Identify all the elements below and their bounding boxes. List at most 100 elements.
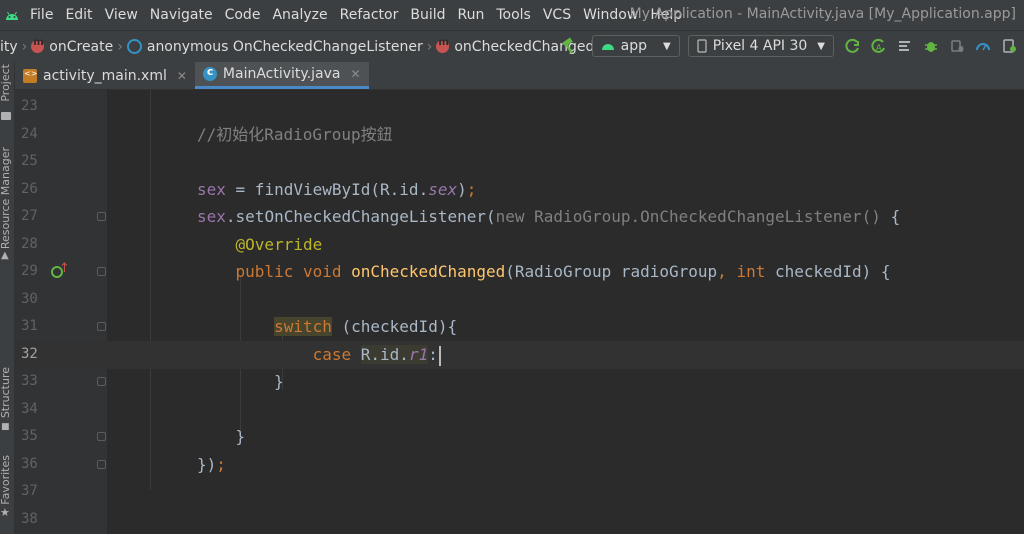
attach-debugger-icon[interactable] — [946, 35, 968, 57]
code-line: 38 — [15, 506, 1024, 534]
xml-file-icon — [23, 68, 37, 83]
code-line-current: 32 case R.id.r1: — [15, 341, 1024, 369]
favorites-tool-tab[interactable]: Favorites — [0, 455, 12, 505]
menu-refactor[interactable]: Refactor — [334, 7, 405, 23]
code-line: 33 } — [15, 368, 1024, 396]
arrow-up-icon: ↑ — [59, 261, 70, 276]
profiler-gauge-icon[interactable] — [972, 35, 994, 57]
build-hammer-icon[interactable] — [558, 35, 580, 57]
fold-marker-icon[interactable] — [97, 377, 106, 386]
anonymous-class-icon — [126, 39, 142, 54]
menu-run[interactable]: Run — [452, 7, 491, 23]
line-number: 32 — [21, 346, 38, 362]
menu-file[interactable]: File — [24, 7, 59, 23]
fold-marker-icon[interactable] — [97, 322, 106, 331]
menu-edit[interactable]: Edit — [59, 7, 98, 23]
line-number: 31 — [21, 318, 38, 334]
line-number: 34 — [21, 401, 38, 417]
apply-changes-restart-icon[interactable] — [842, 35, 864, 57]
code-text: sex.setOnCheckedChangeListener(new Radio… — [197, 207, 901, 226]
method-icon — [31, 37, 45, 53]
device-manager-icon[interactable] — [998, 35, 1020, 57]
code-line: 25 — [15, 148, 1024, 176]
breadcrumb-separator-icon: › — [426, 38, 433, 55]
menu-vcs[interactable]: VCS — [537, 7, 577, 23]
menu-analyze[interactable]: Analyze — [266, 7, 333, 23]
fold-marker-icon[interactable] — [97, 460, 106, 469]
run-config-label: app — [620, 38, 647, 54]
chevron-down-icon: ▼ — [662, 40, 671, 52]
android-studio-logo-icon — [0, 0, 24, 30]
breadcrumb-item-activity[interactable]: ity — [0, 39, 18, 55]
breadcrumb-item-oncreate[interactable]: onCreate — [49, 39, 113, 55]
code-line: 35 } — [15, 423, 1024, 451]
breadcrumb-item-listener[interactable]: anonymous OnCheckedChangeListener — [147, 39, 423, 55]
menu-code[interactable]: Code — [219, 7, 267, 23]
line-number: 27 — [21, 208, 38, 224]
code-line: 34 — [15, 396, 1024, 424]
favorites-star-icon: ★ — [0, 506, 10, 519]
code-line: 26 sex = findViewById(R.id.sex); — [15, 176, 1024, 204]
apply-code-changes-icon[interactable]: A — [868, 35, 890, 57]
code-line: 37 — [15, 478, 1024, 506]
chevron-down-icon: ▼ — [817, 40, 825, 52]
tab-activity-main-xml[interactable]: activity_main.xml ✕ — [15, 62, 195, 89]
code-line: 30 — [15, 286, 1024, 314]
project-tool-tab[interactable]: Project — [0, 64, 12, 102]
run-config-dropdown[interactable]: app ▼ — [591, 35, 680, 57]
fold-marker-icon[interactable] — [97, 267, 106, 276]
svg-text:A: A — [876, 43, 882, 52]
menu-bar: File Edit View Navigate Code Analyze Ref… — [0, 0, 1024, 30]
close-icon[interactable]: ✕ — [351, 67, 361, 81]
tab-mainactivity-java[interactable]: MainActivity.java ✕ — [194, 62, 369, 89]
code-line: 23 — [15, 93, 1024, 121]
code-text: }); — [197, 455, 226, 474]
code-line: 31 switch (checkedId){ — [15, 313, 1024, 341]
code-line: 27 sex.setOnCheckedChangeListener(new Ra… — [15, 203, 1024, 231]
menu-navigate[interactable]: Navigate — [144, 7, 219, 23]
line-number: 35 — [21, 428, 38, 444]
breadcrumb-separator-icon: › — [117, 38, 123, 55]
line-number: 33 — [21, 373, 38, 389]
resource-manager-icon: ▲ — [1, 250, 9, 261]
menu-build[interactable]: Build — [404, 7, 451, 23]
close-icon[interactable]: ✕ — [177, 69, 187, 83]
line-number: 24 — [21, 126, 38, 142]
code-text: public void onCheckedChanged(RadioGroup … — [235, 262, 891, 281]
code-text: switch (checkedId){ — [274, 317, 458, 336]
line-number: 25 — [21, 153, 38, 169]
code-line: 29 ↑ public void onCheckedChanged(RadioG… — [15, 258, 1024, 286]
code-line: 28 @Override — [15, 231, 1024, 259]
resource-manager-tool-tab[interactable]: Resource Manager — [0, 147, 12, 249]
line-number: 29 — [21, 263, 38, 279]
android-icon — [601, 44, 614, 50]
editor-tab-bar: activity_main.xml ✕ MainActivity.java ✕ — [15, 62, 1024, 90]
menu-view[interactable]: View — [99, 7, 144, 23]
debug-bug-icon[interactable] — [920, 35, 942, 57]
text-caret — [438, 345, 441, 366]
breadcrumb-separator-icon: › — [21, 38, 28, 55]
line-number: 30 — [21, 291, 38, 307]
breadcrumb: ity › onCreate › anonymous OnCheckedChan… — [0, 37, 594, 55]
folder-icon — [1, 112, 11, 120]
fold-marker-icon[interactable] — [97, 212, 106, 221]
device-dropdown[interactable]: Pixel 4 API 30 ▼ — [687, 35, 834, 57]
coverage-icon[interactable] — [894, 35, 916, 57]
menu-tools[interactable]: Tools — [490, 7, 537, 23]
line-number: 38 — [21, 511, 38, 527]
line-number: 26 — [21, 181, 38, 197]
code-line: 24 //初始化RadioGroup按鈕 — [15, 121, 1024, 149]
line-number: 23 — [21, 98, 38, 114]
line-number: 28 — [21, 236, 38, 252]
method-icon — [436, 37, 450, 53]
code-text: } — [197, 427, 246, 446]
structure-icon: ■ — [1, 422, 10, 432]
structure-tool-tab[interactable]: Structure — [0, 367, 12, 418]
code-text: case R.id.r1: — [197, 341, 441, 369]
line-number: 36 — [21, 456, 38, 472]
fold-marker-icon[interactable] — [97, 432, 106, 441]
device-label: Pixel 4 API 30 — [712, 38, 808, 54]
code-text: } — [197, 372, 284, 391]
code-editor[interactable]: 23 24 //初始化RadioGroup按鈕 25 26 sex = find… — [15, 90, 1024, 534]
toolbar: app ▼ Pixel 4 API 30 ▼ A — [558, 30, 1024, 62]
